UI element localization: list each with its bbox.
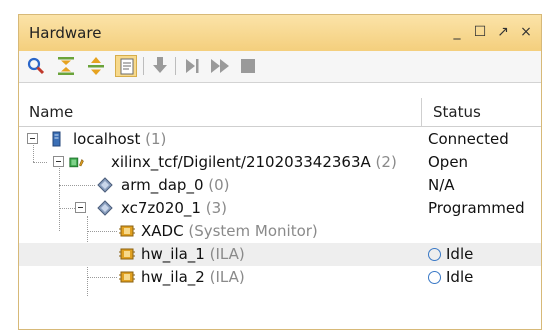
tree-row-hw-ila-2[interactable]: hw_ila_2 (ILA) Idle <box>19 266 541 289</box>
tree-row-localhost[interactable]: localhost (1) Connected <box>19 128 541 151</box>
tree-item-label: xilinx_tcf/Digilent/210203342363A (2) <box>111 153 397 171</box>
maximize-button[interactable]: ☐ <box>473 24 487 40</box>
close-button[interactable]: × <box>519 24 533 40</box>
tree-row-xc7z020[interactable]: xc7z020_1 (3) Programmed <box>19 197 541 220</box>
idle-circle-icon <box>428 248 441 261</box>
tree-item-label: xc7z020_1 (3) <box>121 199 227 217</box>
column-status-header[interactable]: Status <box>433 103 481 121</box>
stop-icon[interactable] <box>237 55 259 77</box>
tree-row-arm-dap[interactable]: arm_dap_0 (0) N/A <box>19 174 541 197</box>
debug-core-icon <box>119 223 135 239</box>
status-cell: Idle <box>428 245 473 263</box>
hardware-panel: Hardware _ ☐ ↗ × Name Status localhost (… <box>18 14 542 330</box>
status-text: Idle <box>446 268 474 286</box>
properties-icon[interactable] <box>115 55 137 77</box>
column-divider[interactable] <box>421 98 422 126</box>
tree-item-label: hw_ila_1 (ILA) <box>141 245 245 263</box>
jtag-target-icon <box>69 154 85 170</box>
tree-item-label: hw_ila_2 (ILA) <box>141 268 245 286</box>
window-controls: _ ☐ ↗ × <box>450 24 533 40</box>
debug-core-icon <box>119 246 135 262</box>
status-text: N/A <box>428 176 455 194</box>
column-name-header[interactable]: Name <box>29 103 73 121</box>
expand-all-icon[interactable] <box>85 55 107 77</box>
restore-button[interactable]: ↗ <box>496 24 510 40</box>
status-text: Connected <box>428 130 509 148</box>
collapse-toggle[interactable] <box>53 156 64 167</box>
status-text: Open <box>428 153 469 171</box>
collapse-toggle[interactable] <box>75 202 86 213</box>
tree-row-xadc[interactable]: XADC (System Monitor) <box>19 220 541 243</box>
idle-circle-icon <box>428 271 441 284</box>
toolbar-separator <box>143 57 144 75</box>
status-text: Idle <box>446 245 474 263</box>
toolbar-separator <box>175 57 176 75</box>
step-icon[interactable] <box>181 55 203 77</box>
tree-item-label: arm_dap_0 (0) <box>121 176 230 194</box>
search-icon[interactable] <box>25 55 47 77</box>
collapse-all-icon[interactable] <box>55 55 77 77</box>
status-text: Programmed <box>428 199 525 217</box>
status-cell: Idle <box>428 268 473 286</box>
panel-titlebar: Hardware _ ☐ ↗ × <box>19 15 541 52</box>
program-device-icon[interactable] <box>149 55 171 77</box>
debug-core-icon <box>119 269 135 285</box>
toolbar <box>19 51 541 83</box>
tree-row-hw-ila-1[interactable]: hw_ila_1 (ILA) Idle <box>19 243 541 266</box>
tree-row-jtag-target[interactable]: xilinx_tcf/Digilent/210203342363A (2) Op… <box>19 151 541 174</box>
column-header: Name Status <box>19 98 541 127</box>
device-icon <box>97 200 113 216</box>
tree-item-label: localhost (1) <box>73 130 167 148</box>
collapse-toggle[interactable] <box>27 133 38 144</box>
panel-title: Hardware <box>29 24 102 42</box>
tree-item-label: XADC (System Monitor) <box>141 222 318 240</box>
minimize-button[interactable]: _ <box>450 24 464 40</box>
device-icon <box>97 177 113 193</box>
server-icon <box>49 131 65 147</box>
run-icon[interactable] <box>209 55 231 77</box>
